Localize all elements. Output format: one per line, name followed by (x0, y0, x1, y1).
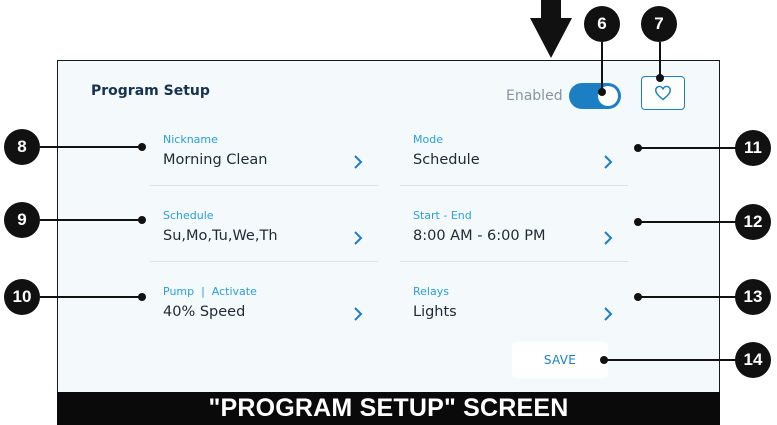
callout-12: 12 (735, 204, 771, 240)
relays-field[interactable]: Relays Lights (400, 277, 628, 337)
field-value: Schedule (413, 152, 480, 168)
callout-8: 8 (4, 129, 40, 165)
chevron-right-icon (604, 155, 613, 169)
screen-caption: "PROGRAM SETUP" SCREEN (57, 392, 720, 425)
field-label: Start - End (413, 209, 472, 222)
schedule-field[interactable]: Schedule Su,Mo,Tu,We,Th (150, 201, 378, 261)
chevron-right-icon (604, 231, 613, 245)
callout-9: 9 (4, 202, 40, 238)
enabled-label: Enabled (506, 88, 563, 104)
heart-outline-icon (655, 85, 671, 101)
save-button[interactable]: SAVE (512, 342, 608, 378)
callout-13: 13 (735, 279, 771, 315)
field-value: Morning Clean (163, 152, 268, 168)
field-label: Relays (413, 285, 449, 298)
program-setup-screen: Program Setup Enabled Nickname Morning C… (57, 60, 720, 392)
chevron-right-icon (354, 307, 363, 321)
field-label: Mode (413, 133, 443, 146)
field-value: Lights (413, 304, 457, 320)
enabled-toggle[interactable] (569, 83, 621, 109)
callout-6: 6 (584, 6, 620, 42)
field-value: Su,Mo,Tu,We,Th (163, 228, 278, 244)
field-label: Nickname (163, 133, 218, 146)
callout-14: 14 (735, 342, 771, 378)
field-label: Schedule (163, 209, 214, 222)
divider (400, 185, 628, 186)
callout-10: 10 (4, 279, 40, 315)
mode-field[interactable]: Mode Schedule (400, 125, 628, 185)
toggle-knob (598, 86, 618, 106)
pump-activate-field[interactable]: Pump | Activate 40% Speed (150, 277, 378, 337)
divider (150, 185, 378, 186)
page-title: Program Setup (91, 83, 210, 99)
field-value: 8:00 AM - 6:00 PM (413, 228, 546, 244)
start-end-field[interactable]: Start - End 8:00 AM - 6:00 PM (400, 201, 628, 261)
nickname-field[interactable]: Nickname Morning Clean (150, 125, 378, 185)
field-value: 40% Speed (163, 304, 246, 320)
callout-7: 7 (641, 6, 677, 42)
favorite-button[interactable] (641, 76, 685, 110)
chevron-right-icon (354, 155, 363, 169)
chevron-right-icon (604, 307, 613, 321)
divider (400, 261, 628, 262)
field-label: Pump | Activate (163, 285, 257, 298)
divider (150, 261, 378, 262)
callout-11: 11 (735, 130, 771, 166)
chevron-right-icon (354, 231, 363, 245)
